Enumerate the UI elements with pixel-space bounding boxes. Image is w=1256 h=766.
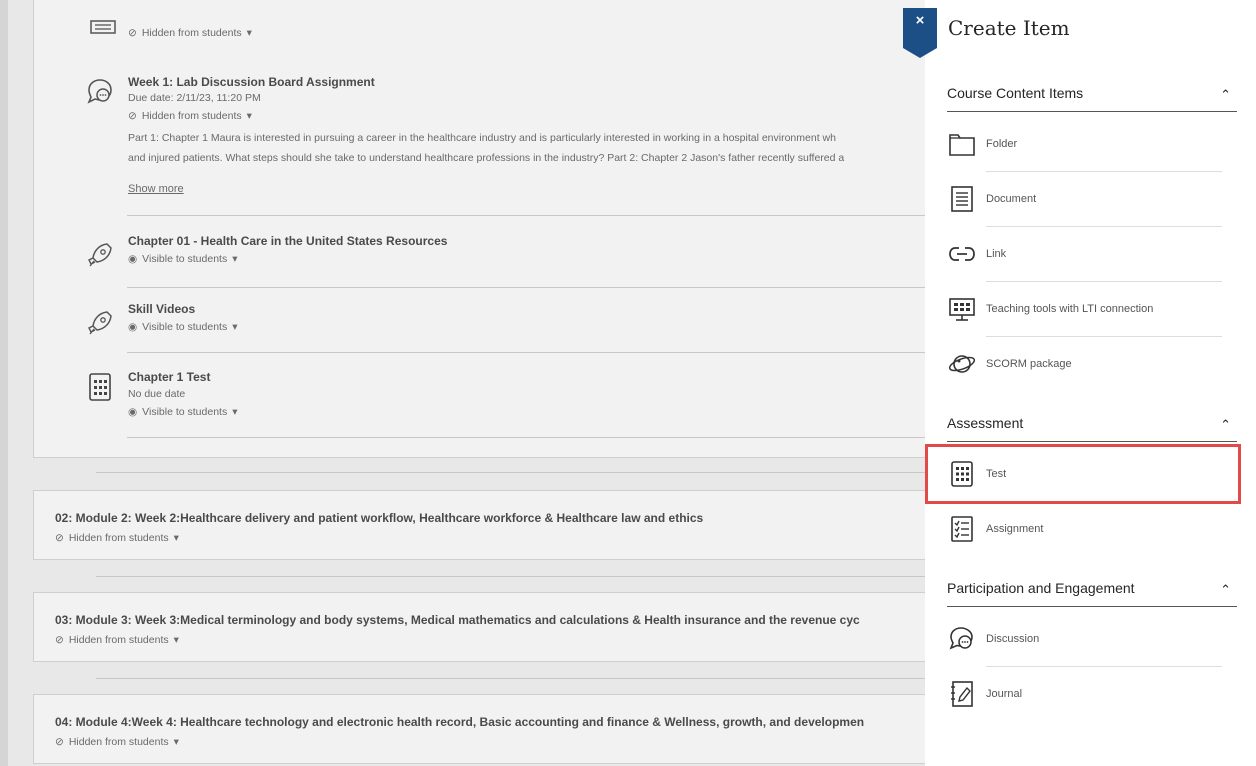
highlight-box xyxy=(925,444,1241,504)
chevron-up-icon[interactable]: ⌃ xyxy=(1220,582,1231,598)
document-item-icon xyxy=(90,20,116,34)
section-title[interactable]: Course Content Items xyxy=(947,85,1237,101)
item-title[interactable]: Week 1: Lab Discussion Board Assignment xyxy=(128,75,375,89)
module-separator xyxy=(96,678,925,679)
section-underline xyxy=(947,111,1237,112)
rocket-icon xyxy=(88,311,112,335)
visible-eye-icon: ◉ xyxy=(128,406,138,418)
section-participation[interactable]: Participation and Engagement ⌃ xyxy=(947,580,1237,607)
content-item-test[interactable]: Chapter 1 Test No due date ◉ Visible to … xyxy=(85,370,925,422)
section-assessment[interactable]: Assessment ⌃ xyxy=(947,415,1237,442)
visibility-toggle[interactable]: ⊘ Hidden from students ▾ xyxy=(128,110,252,122)
content-item-top[interactable]: ⊘ Hidden from students ▾ xyxy=(85,20,925,46)
create-link-option[interactable]: Link xyxy=(947,227,1222,281)
module-2[interactable]: 02: Module 2: Week 2:Healthcare delivery… xyxy=(33,490,925,560)
option-label: SCORM package xyxy=(986,358,1072,370)
chevron-up-icon[interactable]: ⌃ xyxy=(1220,417,1231,433)
divider xyxy=(127,215,925,216)
option-label: Document xyxy=(986,193,1037,205)
module-title[interactable]: 03: Module 3: Week 3:Medical terminology… xyxy=(55,613,860,627)
visibility-toggle[interactable]: ◉ Visible to students ▾ xyxy=(128,253,237,265)
visibility-toggle[interactable]: ◉ Visible to students ▾ xyxy=(128,321,237,333)
create-document-option[interactable]: Document xyxy=(947,172,1222,226)
scroll-edge xyxy=(0,0,8,766)
option-label: Discussion xyxy=(986,633,1040,645)
section-underline xyxy=(947,606,1237,607)
folder-icon xyxy=(947,129,977,159)
item-description: Part 1: Chapter 1 Maura is interested in… xyxy=(128,132,845,164)
hidden-eye-icon: ⊘ xyxy=(55,532,64,544)
lti-icon xyxy=(947,294,977,324)
create-lti-option[interactable]: Teaching tools with LTI connection xyxy=(947,282,1222,336)
module-3[interactable]: 03: Module 3: Week 3:Medical terminology… xyxy=(33,592,925,662)
module-separator xyxy=(96,472,925,473)
item-title[interactable]: Skill Videos xyxy=(128,302,195,316)
chevron-down-icon: ▾ xyxy=(232,406,238,418)
module-separator xyxy=(96,576,925,577)
visibility-toggle[interactable]: ⊘ Hidden from students ▾ xyxy=(128,27,252,39)
test-icon xyxy=(89,373,111,401)
visible-eye-icon: ◉ xyxy=(128,253,138,265)
option-label: Folder xyxy=(986,138,1018,150)
chevron-down-icon: ▾ xyxy=(173,634,179,646)
option-label: Journal xyxy=(986,688,1023,700)
close-panel-button[interactable]: × xyxy=(903,8,937,58)
option-label: Teaching tools with LTI connection xyxy=(986,303,1154,315)
content-item-discussion[interactable]: Week 1: Lab Discussion Board Assignment … xyxy=(85,75,925,205)
chevron-down-icon: ▾ xyxy=(173,532,179,544)
chevron-down-icon: ▾ xyxy=(173,736,179,748)
journal-icon xyxy=(947,679,977,709)
course-outline: ⊘ Hidden from students ▾ Week 1: Lab Dis… xyxy=(0,0,925,766)
content-item-resources[interactable]: Chapter 01 - Health Care in the United S… xyxy=(85,234,925,270)
hidden-eye-icon: ⊘ xyxy=(55,634,64,646)
visible-eye-icon: ◉ xyxy=(128,321,138,333)
item-title[interactable]: Chapter 01 - Health Care in the United S… xyxy=(128,234,447,248)
item-title[interactable]: Chapter 1 Test xyxy=(128,370,210,384)
chevron-down-icon: ▾ xyxy=(246,27,252,39)
create-scorm-option[interactable]: SCORM package xyxy=(947,337,1222,391)
chevron-down-icon: ▾ xyxy=(246,110,252,122)
visibility-toggle[interactable]: ◉ Visible to students ▾ xyxy=(128,406,237,418)
content-item-skill-videos[interactable]: Skill Videos ◉ Visible to students ▾ xyxy=(85,302,925,338)
panel-title: Create Item xyxy=(948,16,1070,40)
chevron-down-icon: ▾ xyxy=(232,253,238,265)
close-tab-notch xyxy=(903,48,937,58)
divider xyxy=(127,352,925,353)
section-title[interactable]: Assessment xyxy=(947,415,1237,431)
option-label: Assignment xyxy=(986,523,1044,535)
hidden-eye-icon: ⊘ xyxy=(55,736,64,748)
visibility-toggle[interactable]: ⊘ Hidden from students ▾ xyxy=(55,532,179,544)
rocket-icon xyxy=(88,243,112,267)
chevron-up-icon[interactable]: ⌃ xyxy=(1220,87,1231,103)
hidden-eye-icon: ⊘ xyxy=(128,27,137,39)
create-assignment-option[interactable]: Assignment xyxy=(947,502,1222,556)
scorm-icon xyxy=(947,349,977,379)
create-folder-option[interactable]: Folder xyxy=(947,117,1222,171)
module-4[interactable]: 04: Module 4:Week 4: Healthcare technolo… xyxy=(33,694,925,764)
divider xyxy=(127,437,925,438)
create-discussion-option[interactable]: Discussion xyxy=(947,612,1222,666)
option-label: Link xyxy=(986,248,1007,260)
due-date: Due date: 2/11/23, 11:20 PM xyxy=(128,92,261,104)
section-underline xyxy=(947,441,1237,442)
hidden-eye-icon: ⊘ xyxy=(128,110,137,122)
link-icon xyxy=(947,239,977,269)
visibility-toggle[interactable]: ⊘ Hidden from students ▾ xyxy=(55,634,179,646)
chevron-down-icon: ▾ xyxy=(232,321,238,333)
show-more-link[interactable]: Show more xyxy=(128,183,184,195)
discussion-icon xyxy=(87,79,112,104)
document-icon xyxy=(947,184,977,214)
visibility-toggle[interactable]: ⊘ Hidden from students ▾ xyxy=(55,736,179,748)
divider xyxy=(127,287,925,288)
discussion-icon xyxy=(947,624,977,654)
section-course-content-items[interactable]: Course Content Items ⌃ xyxy=(947,85,1237,112)
create-journal-option[interactable]: Journal xyxy=(947,667,1222,721)
module-title[interactable]: 02: Module 2: Week 2:Healthcare delivery… xyxy=(55,511,703,525)
due-date: No due date xyxy=(128,388,186,400)
close-icon[interactable]: × xyxy=(903,12,937,29)
assignment-icon xyxy=(947,514,977,544)
module-title[interactable]: 04: Module 4:Week 4: Healthcare technolo… xyxy=(55,715,864,729)
section-title[interactable]: Participation and Engagement xyxy=(947,580,1237,596)
